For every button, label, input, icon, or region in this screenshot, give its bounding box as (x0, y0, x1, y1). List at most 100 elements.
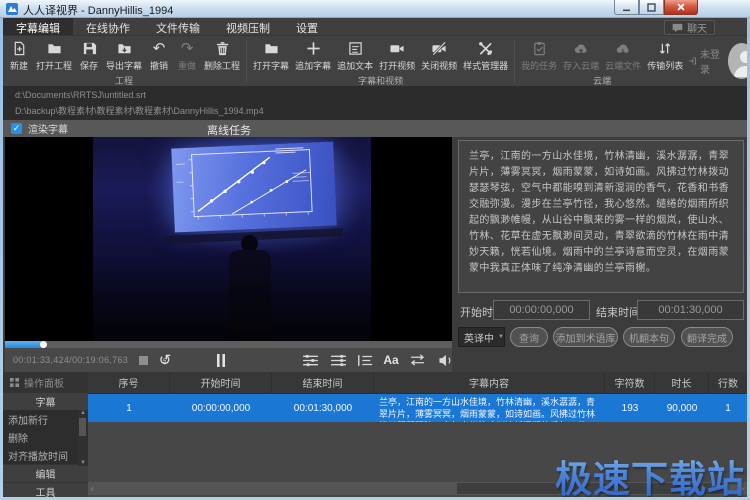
close-icon (677, 3, 685, 11)
panel-scrollbar[interactable]: ▲ ▼ (78, 410, 88, 466)
subtitle-track-1-button[interactable] (300, 350, 320, 370)
toolbar-group-subtitle-video: 打开字幕 追加字幕 追加文本 打开视频 关闭视频 (248, 36, 513, 86)
col-chars: 字符数 (605, 372, 655, 393)
end-time-field[interactable]: 00:01:30,000 (637, 300, 744, 320)
style-manager-button[interactable]: 样式管理器 (460, 39, 511, 72)
scroll-thumb[interactable] (79, 418, 87, 436)
seek-bar[interactable] (5, 341, 452, 348)
append-text-button[interactable]: 追加文本 (334, 39, 376, 72)
login-status[interactable]: 未登录 (688, 46, 722, 76)
minimize-icon (622, 3, 631, 12)
style-manager-icon (478, 39, 493, 58)
subtitle-track-2-button[interactable] (328, 350, 348, 370)
panel-grid-icon (10, 378, 19, 387)
seek-handle[interactable] (40, 341, 47, 348)
undo-button[interactable]: ↶ 撤销 (145, 39, 173, 72)
cloud-files-button[interactable]: 云端文件 (602, 39, 644, 72)
operation-panel: 操作面板 字幕 添加新行 删除 对齐播放时间 ▲ ▼ 编辑 工具 (3, 372, 88, 497)
menu-bar: 字幕编辑 在线协作 文件传输 视频压制 设置 聊天 (3, 18, 747, 36)
chat-button[interactable]: 聊天 (664, 20, 715, 35)
my-tasks-button[interactable]: 我的任务 (518, 39, 560, 72)
minimize-button[interactable] (614, 0, 639, 15)
seek-bar-fill (5, 341, 43, 348)
scroll-down-icon[interactable]: ▼ (78, 460, 88, 466)
maximize-button[interactable] (639, 0, 664, 15)
append-subtitle-button[interactable]: 追加字幕 (292, 39, 334, 72)
toolbar-group-cloud: 我的任务 存入云端 云端文件 传输列表 云端 (516, 36, 688, 86)
lookup-button[interactable]: 查询 (510, 327, 548, 347)
playback-time: 00:01:33,424/00:19:06,763 (13, 355, 128, 365)
translation-done-button[interactable]: 翻译完成 (681, 327, 733, 347)
login-area: 未登录 (688, 36, 747, 86)
avatar[interactable] (728, 43, 747, 79)
start-time-field[interactable]: 00:00:00,000 (493, 300, 590, 320)
delete-item[interactable]: 删除 (3, 428, 88, 446)
cloud-save-button[interactable]: 存入云端 (560, 39, 602, 72)
my-tasks-icon (532, 39, 547, 58)
subtitle-table: 序号 开始时间 结束时间 字幕内容 字符数 时长 行数 1 00:00:00,0… (88, 372, 747, 497)
scroll-up-icon[interactable]: ▲ (78, 410, 88, 416)
menu-subtitle-edit[interactable]: 字幕编辑 (3, 18, 73, 35)
table-horizontal-scrollbar[interactable]: ‹ › (88, 482, 747, 495)
save-button[interactable]: 保存 (75, 39, 103, 72)
translation-actions: 英译中▼ 查询 添加到术语库 机翻本句 翻译完成 (458, 327, 744, 347)
font-size-button[interactable]: Aa (381, 350, 401, 370)
scroll-right-icon[interactable]: › (741, 484, 744, 493)
toolbar: 新建 打开工程 保存 导出字幕 ↶ 撤销 (3, 36, 747, 86)
video-shadow (93, 261, 371, 341)
menu-file-transfer[interactable]: 文件传输 (143, 18, 213, 35)
open-subtitle-icon (264, 39, 279, 58)
section-subtitle[interactable]: 字幕 (3, 392, 88, 410)
redo-button[interactable]: ↷ 重做 (173, 39, 201, 72)
add-new-line-item[interactable]: 添加新行 (3, 410, 88, 428)
transfer-list-icon (658, 39, 672, 58)
menu-settings[interactable]: 设置 (283, 18, 331, 35)
machine-translate-button[interactable]: 机翻本句 (623, 327, 675, 347)
cloud-save-icon (573, 39, 589, 58)
new-button[interactable]: 新建 (5, 39, 33, 72)
open-subtitle-button[interactable]: 打开字幕 (250, 39, 292, 72)
toolbar-separator (514, 40, 515, 82)
align-playtime-item[interactable]: 对齐播放时间 (3, 446, 88, 464)
render-subtitle-checkbox[interactable]: ✓ (11, 123, 22, 134)
view-options-bar: ✓ 渲染字幕 离线任务 (3, 120, 747, 137)
close-button[interactable] (664, 0, 698, 15)
sliders-icon (302, 354, 319, 367)
subtitle-list-button[interactable] (355, 350, 375, 370)
transfer-list-button[interactable]: 传输列表 (644, 39, 686, 72)
scroll-left-icon[interactable]: ‹ (91, 484, 94, 493)
sliders-alt-icon (330, 354, 347, 367)
section-tools[interactable]: 工具 (3, 482, 88, 497)
close-video-button[interactable]: 关闭视频 (418, 39, 460, 72)
menu-online-collab[interactable]: 在线协作 (73, 18, 143, 35)
pause-button[interactable] (211, 350, 231, 370)
volume-button[interactable] (435, 350, 455, 370)
table-header-row: 序号 开始时间 结束时间 字幕内容 字符数 时长 行数 (88, 372, 747, 394)
export-subtitle-button[interactable]: 导出字幕 (103, 39, 145, 72)
cloud-files-icon (615, 39, 631, 58)
tab-offline-tasks[interactable]: 离线任务 (207, 122, 251, 138)
table-row[interactable]: 1 00:00:00,000 00:01:30,000 兰亭，江南的一方山水佳境… (88, 394, 747, 422)
redo-icon: ↷ (181, 39, 194, 58)
login-icon (688, 55, 697, 67)
menu-video-encode[interactable]: 视频压制 (213, 18, 283, 35)
chevron-down-icon: ▼ (498, 334, 504, 340)
language-select[interactable]: 英译中▼ (458, 327, 505, 347)
open-project-button[interactable]: 打开工程 (33, 39, 75, 72)
delete-project-button[interactable]: 删除工程 (201, 39, 243, 72)
section-edit[interactable]: 编辑 (3, 464, 88, 482)
subtitle-time-row: 开始时间 00:00:00,000 结束时间 00:01:30,000 (458, 300, 744, 320)
scroll-thumb[interactable] (457, 483, 727, 494)
open-video-button[interactable]: 打开视频 (376, 39, 418, 72)
add-to-termbase-button[interactable]: 添加到术语库 (553, 327, 618, 347)
col-index: 序号 (88, 372, 170, 393)
swap-button[interactable] (407, 350, 427, 370)
append-text-icon (348, 39, 363, 58)
col-start: 开始时间 (170, 372, 272, 393)
rewind-5s-button[interactable]: ↺5 (155, 350, 175, 370)
font-icon: Aa (383, 353, 398, 367)
stop-button[interactable] (133, 350, 153, 370)
translation-text-area[interactable]: 兰亭，江南的一方山水佳境，竹林清幽，溪水潺潺，青翠片片，薄雾冥冥，烟雨蒙蒙，如诗… (458, 140, 744, 293)
maximize-icon (647, 3, 656, 12)
close-video-icon (431, 39, 447, 58)
